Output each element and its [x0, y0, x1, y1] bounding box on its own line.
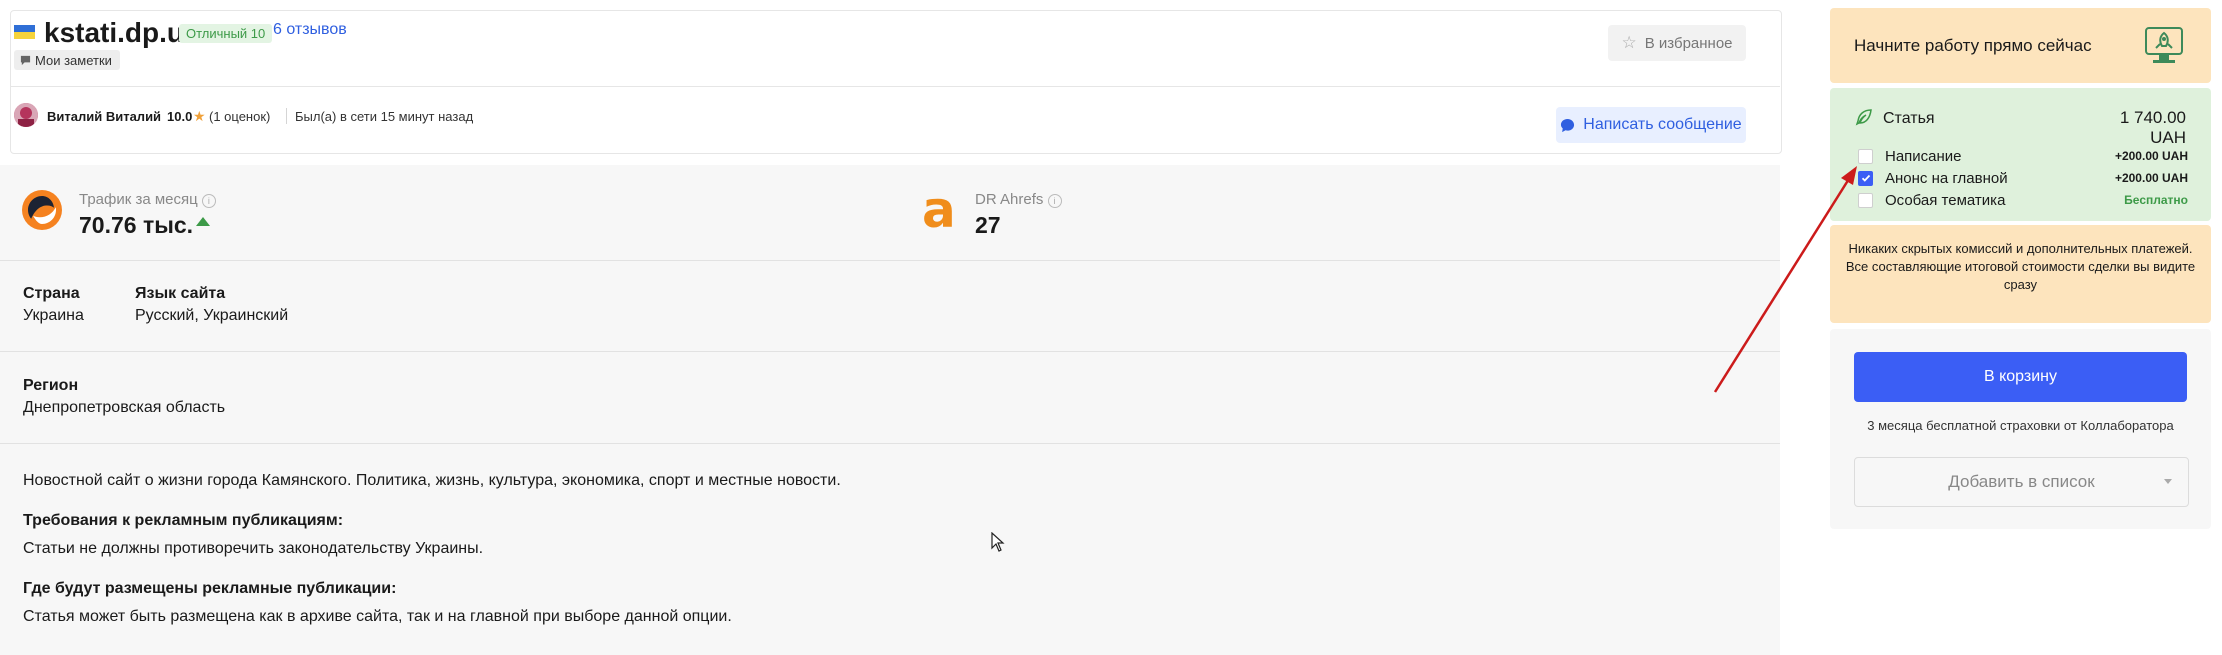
option-writing[interactable]: Написание +200.00 UAH: [1858, 147, 2188, 165]
mouse-cursor-icon: [991, 532, 1005, 552]
region-value: Днепропетровская область: [23, 399, 226, 416]
monitor-rocket-icon: [2145, 27, 2183, 63]
star-outline-icon: ☆: [1621, 33, 1637, 52]
requirements-label: Требования к рекламным публикациям:: [23, 512, 344, 529]
add-to-cart-button[interactable]: В корзину: [1854, 352, 2187, 402]
feather-icon: [1855, 109, 1872, 126]
section-divider: [0, 351, 1780, 352]
chevron-down-icon: [2164, 479, 2172, 484]
section-divider: [0, 260, 1780, 261]
traffic-label-text: Трафик за месяц: [79, 191, 198, 208]
chat-bubble-icon: [1561, 118, 1575, 132]
owner-rating-count: (1 оценок): [209, 109, 271, 124]
owner-separator: [286, 108, 287, 124]
option-special-topic[interactable]: Особая тематика Бесплатно: [1858, 191, 2188, 209]
info-icon[interactable]: i: [1047, 194, 1062, 208]
option-label: Написание: [1885, 147, 1962, 165]
send-message-label: Написать сообщение: [1583, 116, 1742, 133]
traffic-value: 70.76 тыс.: [79, 212, 194, 238]
header-divider: [10, 86, 1780, 87]
star-icon: ★: [193, 108, 206, 124]
site-title: kstati.dp.ua: [44, 17, 200, 48]
send-message-button[interactable]: Написать сообщение: [1556, 107, 1746, 143]
avatar[interactable]: [14, 103, 38, 127]
language-value: Русский, Украинский: [135, 307, 289, 324]
dr-value: 27: [975, 212, 1001, 238]
site-description: Новостной сайт о жизни города Камянского…: [23, 472, 841, 489]
article-label: Статья: [1883, 110, 1935, 127]
reviews-link[interactable]: 6 отзывов: [273, 21, 347, 39]
add-to-list-label: Добавить в список: [1948, 472, 2095, 491]
dr-label-text: DR Ahrefs: [975, 191, 1044, 208]
option-announce[interactable]: Анонс на главной +200.00 UAH: [1858, 169, 2188, 187]
country-label: Страна: [23, 285, 80, 302]
requirements-value: Статьи не должны противоречить законодат…: [23, 540, 484, 557]
promo-text: Начните работу прямо сейчас: [1854, 36, 2092, 55]
option-price: +200.00 UAH: [2114, 171, 2188, 185]
favorite-button[interactable]: ☆ В избранное: [1608, 25, 1746, 61]
favorite-label: В избранное: [1644, 34, 1733, 52]
owner-name[interactable]: Виталий Виталий: [47, 109, 161, 124]
my-notes-label: Мои заметки: [35, 52, 112, 68]
placement-value: Статья может быть размещена как в архиве…: [23, 608, 732, 625]
note-icon: [20, 55, 31, 65]
info-icon[interactable]: i: [201, 194, 216, 208]
similarweb-logo-icon: [22, 190, 62, 230]
add-to-list-button[interactable]: Добавить в список: [1854, 457, 2189, 507]
country-value: Украина: [23, 307, 84, 324]
my-notes-button[interactable]: Мои заметки: [14, 50, 120, 70]
option-price: +200.00 UAH: [2114, 149, 2188, 163]
annotation-arrow-icon: [1713, 166, 1857, 393]
trend-up-icon: [196, 217, 210, 226]
option-price: Бесплатно: [2124, 193, 2188, 207]
section-divider: [0, 443, 1780, 444]
region-label: Регион: [23, 377, 79, 394]
article-price: 1 740.00 UAH: [2119, 108, 2186, 147]
language-label: Язык сайта: [135, 285, 226, 302]
no-hidden-fees-text: Никаких скрытых комиссий и дополнительны…: [1845, 241, 2196, 292]
placement-label: Где будут размещены рекламные публикации…: [23, 580, 397, 597]
traffic-label: Трафик за месяц i: [79, 191, 216, 208]
ahrefs-logo-icon: a: [922, 181, 956, 239]
insurance-text: 3 месяца бесплатной страховки от Коллабо…: [1867, 418, 2174, 433]
option-label: Особая тематика: [1885, 191, 2006, 209]
rating-badge: Отличный 10: [179, 24, 273, 43]
dr-label: DR Ahrefs i: [975, 191, 1062, 208]
owner-score: 10.0: [167, 109, 193, 124]
ukraine-flag-icon: [14, 25, 35, 39]
option-label: Анонс на главной: [1885, 169, 2008, 187]
owner-online-status: Был(а) в сети 15 минут назад: [295, 109, 474, 124]
